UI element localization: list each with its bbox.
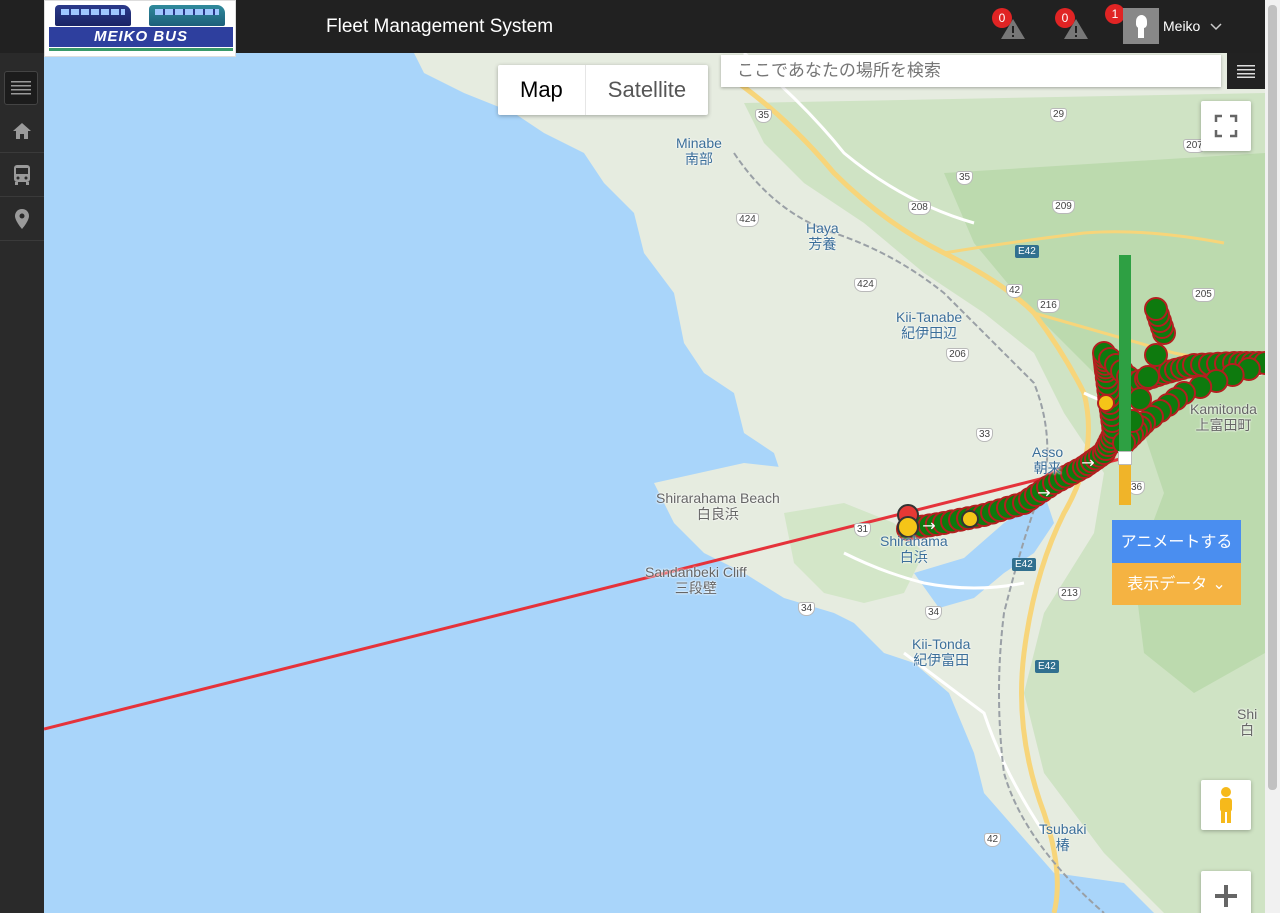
alert-indicator[interactable]: 0 (1055, 8, 1089, 39)
sidebar-item-locations[interactable] (0, 197, 44, 241)
map-view[interactable]: →→→→ 35 29 208 35 209 424 E42 424 42 216… (44, 53, 1265, 913)
sidebar-item-vehicles[interactable] (0, 153, 44, 197)
avatar[interactable] (1123, 8, 1159, 44)
place-label: Kii-Tanabe 紀伊田辺 (896, 309, 963, 341)
alert-indicator[interactable]: 0 (992, 8, 1026, 39)
map-canvas[interactable]: →→→→ (44, 53, 1265, 913)
place-label: Asso 朝来 (1032, 444, 1064, 476)
expressway-number: E42 (1015, 245, 1039, 258)
road-number: 424 (854, 278, 877, 292)
place-label: Shi 白 (1237, 706, 1258, 738)
street-view-pegman[interactable] (1201, 780, 1251, 830)
road-number: 208 (908, 201, 931, 215)
track-point[interactable] (1136, 365, 1160, 389)
fullscreen-icon (1214, 114, 1238, 138)
map-type-control: Map Satellite (498, 65, 709, 115)
road-number: 213 (1058, 587, 1081, 601)
sidebar-item-home[interactable] (0, 109, 44, 153)
location-pin-icon (15, 208, 29, 229)
place-label: Kii-Tonda 紀伊富田 (912, 636, 971, 668)
track-point[interactable] (961, 510, 979, 528)
display-data-button[interactable]: 表示データ ⌄ (1112, 563, 1241, 605)
place-label: Sandanbeki Cliff 三段壁 (645, 564, 747, 596)
location-search-input[interactable] (721, 55, 1221, 87)
map-menu-button[interactable] (1227, 53, 1265, 89)
track-point[interactable] (1128, 387, 1152, 411)
user-menu[interactable]: 1 Meiko (1105, 4, 1222, 44)
scrollbar-thumb[interactable] (1268, 5, 1277, 790)
road-number: 205 (1192, 288, 1215, 302)
notification-count-badge: 1 (1105, 4, 1125, 24)
place-label: Tsubaki 椿 (1039, 821, 1087, 853)
place-label: Shirahama 白浜 (880, 533, 948, 565)
bus-image (55, 5, 131, 26)
sidebar-toggle-button[interactable] (4, 71, 38, 105)
bus-icon (14, 164, 30, 185)
timeline-slider[interactable] (1118, 255, 1132, 505)
direction-arrow-icon: → (1037, 483, 1050, 502)
track-point[interactable] (1097, 394, 1115, 412)
menu-icon (11, 81, 31, 95)
alert-count-badge: 0 (1055, 8, 1075, 28)
place-label: Minabe 南部 (676, 135, 722, 167)
expressway-number: E42 (1035, 660, 1059, 673)
road-number: 424 (736, 213, 759, 227)
map-type-satellite-button[interactable]: Satellite (586, 65, 708, 115)
bus-image (149, 5, 225, 26)
brand-logo[interactable]: MEIKO BUS (44, 0, 236, 57)
road-number: 209 (1052, 200, 1075, 214)
display-data-label: 表示データ (1127, 574, 1208, 593)
road-number: 206 (946, 348, 969, 362)
animate-button[interactable]: アニメートする (1112, 520, 1241, 564)
direction-arrow-icon: → (1081, 453, 1094, 472)
home-icon (13, 122, 31, 139)
brand-stripe (49, 48, 233, 51)
brand-name: MEIKO BUS (49, 27, 233, 47)
app-title: Fleet Management System (326, 16, 554, 37)
track-point[interactable] (1144, 297, 1168, 321)
place-label: Shirarahama Beach 白良浜 (656, 490, 780, 522)
sidebar (0, 53, 44, 913)
timeline-handle[interactable] (1118, 451, 1132, 465)
fullscreen-button[interactable] (1201, 101, 1251, 151)
chevron-down-icon[interactable] (1210, 19, 1222, 34)
expressway-number: E42 (1012, 558, 1036, 571)
user-name[interactable]: Meiko (1163, 18, 1200, 34)
chevron-down-icon: ⌄ (1212, 574, 1226, 593)
top-bar: MEIKO BUS Fleet Management System 0 0 1 … (0, 0, 1280, 57)
alert-count-badge: 0 (992, 8, 1012, 28)
pegman-icon (1220, 787, 1232, 823)
place-label: Kamitonda 上富田町 (1190, 401, 1257, 433)
road-number: 216 (1037, 299, 1060, 313)
zoom-in-button[interactable] (1201, 871, 1251, 913)
timeline-remaining (1119, 465, 1131, 505)
menu-icon (1237, 65, 1255, 78)
plus-icon (1215, 885, 1237, 907)
track-point[interactable] (1144, 343, 1168, 367)
place-label: Haya 芳養 (806, 220, 839, 252)
page-scrollbar[interactable] (1265, 0, 1280, 913)
map-type-map-button[interactable]: Map (498, 65, 586, 115)
